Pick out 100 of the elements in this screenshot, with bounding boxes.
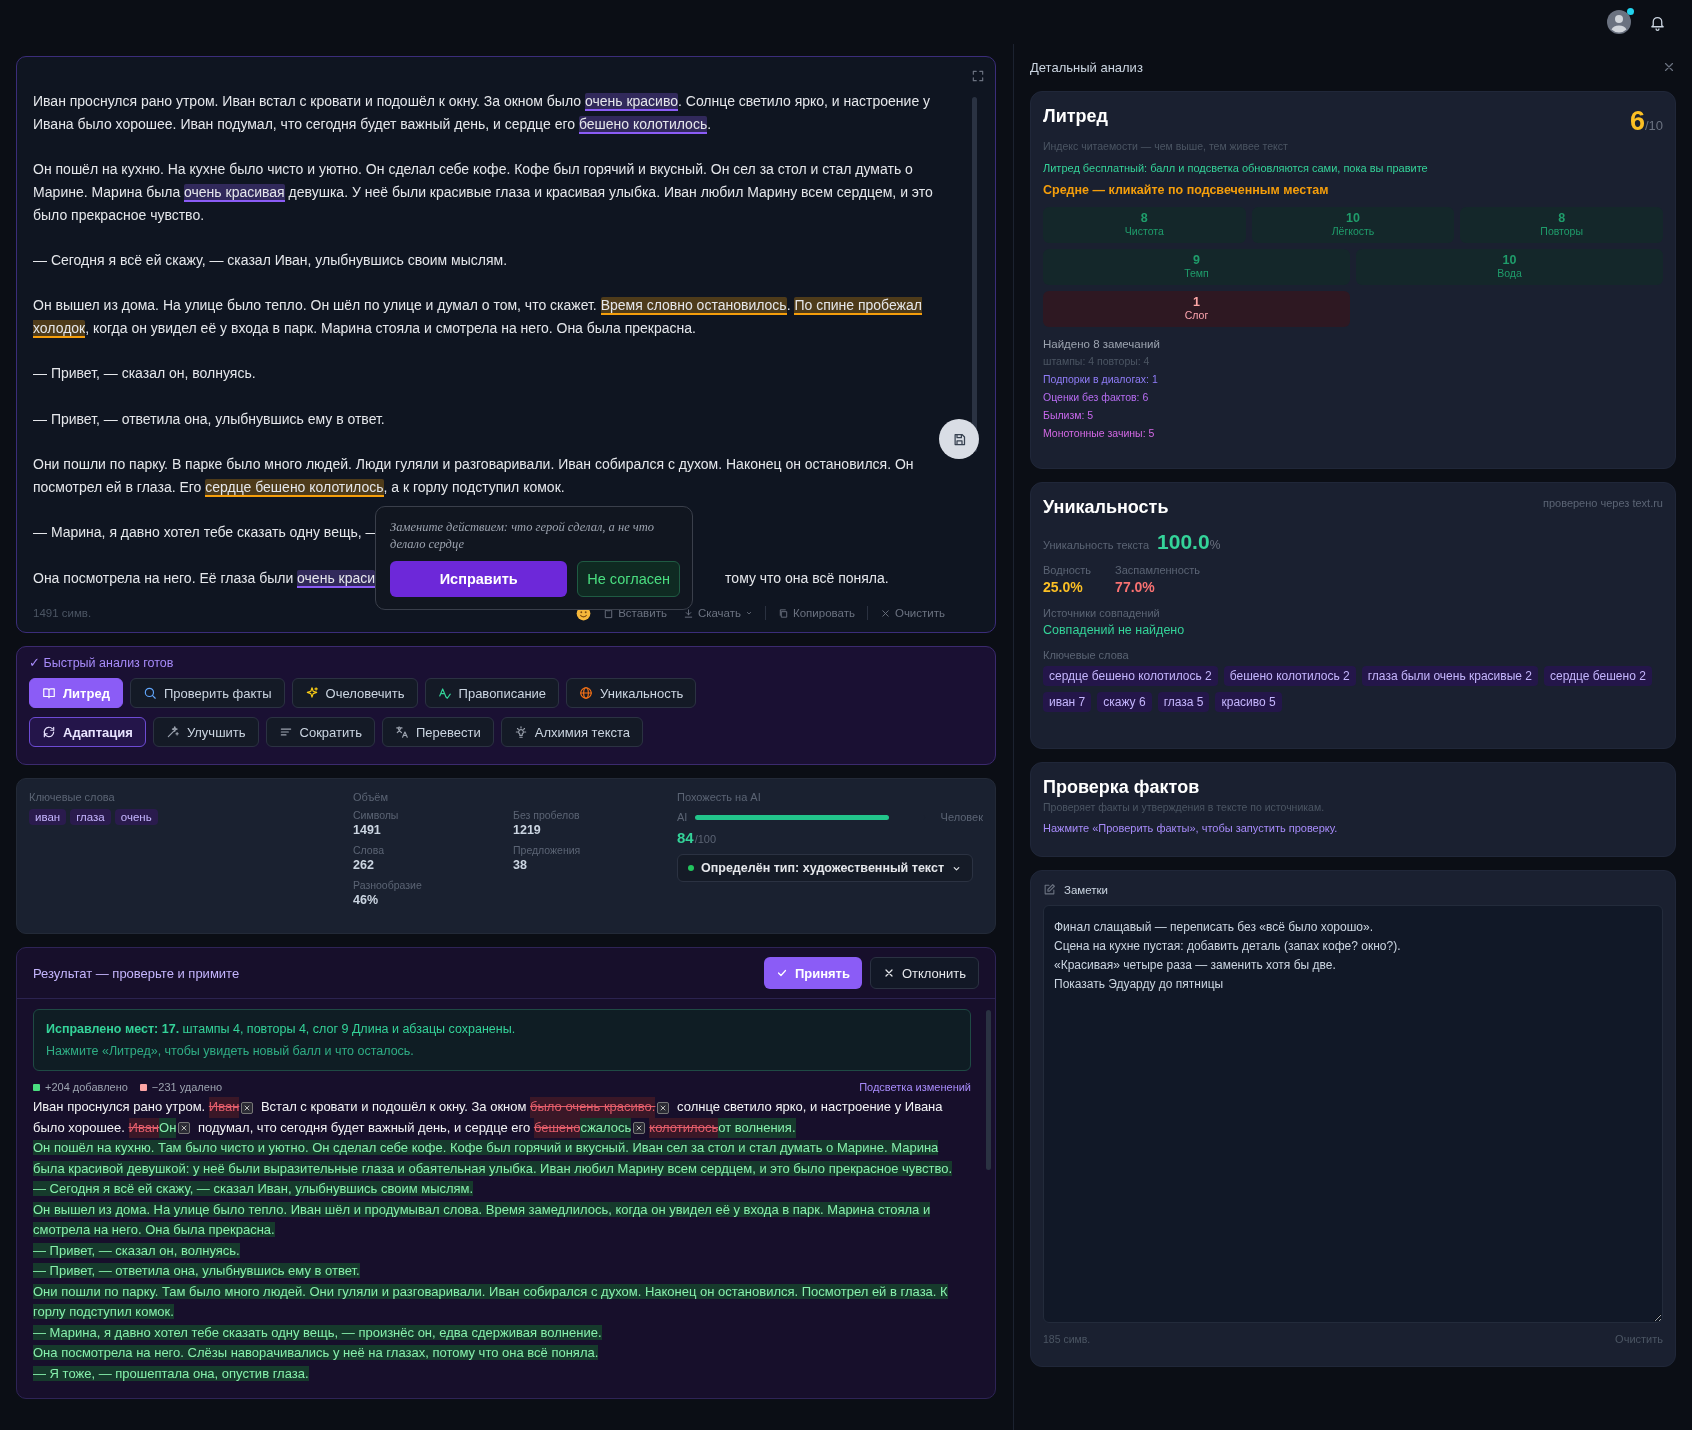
editor-paragraph: Он пошёл на кухню. На кухне было чисто и уютно. Он сделал себе кофе. Кофе был горячий и вкусный. Он сел за стол и стал думать о Марине. Марина была очень красивая девушка. У неё были красивые глаза и красивая улыбка. Иван любил Марину всем сердцем, и это было прекрасное чувство. <box>33 160 934 225</box>
accept-button[interactable]: Принять <box>763 957 862 989</box>
issue-link[interactable]: Подпорки в диалогах: 1 <box>1043 373 1663 385</box>
section-label: Объём <box>353 791 390 803</box>
copy-button[interactable]: Копировать <box>774 605 859 621</box>
uniqueness-value: 100.0 <box>1157 530 1210 553</box>
stat-label: Заспамленность <box>1115 564 1201 576</box>
undo-button[interactable] <box>178 1122 191 1135</box>
notes-field[interactable]: Финал слащавый — переписать без «всё было хорошо». Сцена на кухне пустая: добавить деталь (запах кофе? окно?). «Красивая» четыре раза — заменить хотя бы две. Показать Эдуарду до пятницы <box>1043 905 1663 1323</box>
stat-value: 25.0% <box>1043 579 1084 595</box>
undo-button[interactable] <box>241 1101 254 1114</box>
score-max: /100 <box>694 833 717 845</box>
diff-text: было хорошее. <box>33 1118 126 1137</box>
editor-text: тому что она всё поняла. <box>725 568 889 588</box>
keyword-tag: красиво 5 <box>1215 692 1282 712</box>
metric-value: 9 <box>1193 254 1200 267</box>
summary-text: Исправлено мест: 17. штампы 4, повторы 4, слог 9 Длина и абзацы сохранены. <box>46 1021 517 1038</box>
issue-link[interactable]: Оценки без фактов: 6 <box>1043 391 1663 403</box>
diff-text: Встал с кровати и подошёл к окну. За окном <box>259 1098 528 1116</box>
clear-button[interactable]: Очистить <box>875 605 949 621</box>
tool-tab[interactable]: Уникальность <box>566 678 697 708</box>
editor-paragraph: Они пошли по парку. В парке было много людей. Люди гуляли и разговаривали. Иван собирался с духом. Наконец он остановился. Он посмотрел ей в глаза. Его сердце бешено колотилось, а к горлу подступил комок. <box>33 455 915 499</box>
fact-check-prompt: Нажмите «Проверить факты», чтобы запустить проверку. <box>1043 822 1339 834</box>
wand-icon <box>165 725 180 739</box>
close-icon[interactable] <box>1662 60 1676 74</box>
summary-text: Нажмите «Литред», чтобы увидеть новый балл и что осталось. <box>46 1043 415 1060</box>
keyword-tag: глаза <box>70 809 111 825</box>
deleted-text: колотилось <box>649 1117 719 1138</box>
section-label: Похожесть на AI <box>677 791 762 803</box>
char-count: 1491 симв. <box>33 607 92 619</box>
download-button[interactable]: Скачать <box>678 605 757 621</box>
metric-label: Чистота <box>1124 225 1164 238</box>
keyword-tag: скажу 6 <box>1097 692 1152 712</box>
undo-button[interactable] <box>633 1122 646 1135</box>
expand-icon[interactable] <box>971 69 985 83</box>
stat-label: Предложения <box>513 844 582 856</box>
tool-tab[interactable]: Улучшить <box>152 717 259 747</box>
avatar[interactable] <box>1607 10 1631 34</box>
tool-tab[interactable]: Очеловечить <box>291 678 418 708</box>
globe-icon <box>579 686 594 700</box>
decline-button[interactable]: Отклонить <box>869 957 979 989</box>
stat-label: Разнообразие <box>353 879 423 891</box>
undo-button[interactable] <box>657 1101 670 1114</box>
inserted-text: — Привет, — ответила она, улыбнувшись ему в ответ. <box>33 1262 361 1280</box>
tool-tab[interactable]: Алхимия текста <box>500 717 644 747</box>
stat-value: 38 <box>513 858 528 872</box>
text-type-dropdown[interactable]: Определён тип: художественный текст <box>677 854 973 882</box>
diff-text: подумал, что сегодня будет важный день, и сердце его <box>196 1118 532 1137</box>
deleted-text: Иван <box>128 1117 160 1138</box>
editor-paragraph: — Сегодня я всё ей скажу, — сказал Иван, улыбнувшись своим мыслям. <box>33 250 508 270</box>
editor-paragraph: Он вышел из дома. На улице было тепло. Он шёл по улице и думал о том, что скажет. Время словно остановилось. По спине пробежал холодок, когда он увидел её у входа в парк. Марина стояла и смотрела на него. Она была прекрасна. <box>33 296 923 340</box>
editor-paragraph: — Привет, — ответила она, улыбнувшись ему в ответ. <box>33 409 385 429</box>
deleted-text: было очень красиво. <box>530 1097 656 1118</box>
stat-label: Слова <box>353 844 385 856</box>
clipboard-icon <box>603 607 615 619</box>
source-note: проверено через text.ru <box>1542 497 1663 509</box>
scale-label: Человек <box>940 811 983 823</box>
analysis-status: ✓ Быстрый анализ готов <box>29 655 175 670</box>
inserted-text: — Привет, — сказал он, волнуясь. <box>33 1241 241 1260</box>
removed-swatch <box>139 1083 147 1091</box>
inserted-text: Она посмотрела на него. Слёзы наворачивались у неё на глазах, потому что она всё поняла. <box>33 1344 600 1362</box>
search-icon <box>142 686 157 700</box>
stat-label: Водность <box>1043 564 1092 576</box>
inserted-text: — Я тоже, — прошептала она, опустив глаза. <box>33 1364 310 1383</box>
close-icon <box>180 1124 189 1133</box>
close-icon <box>243 1103 252 1112</box>
inserted-text: сжалось <box>580 1117 632 1138</box>
paste-button[interactable]: Вставить <box>599 605 671 621</box>
check-icon <box>775 967 788 979</box>
inserted-text: — Сегодня я всё ей скажу, — сказал Иван, улыбнувшись своим мыслям. <box>33 1180 475 1198</box>
metric-value: 8 <box>1558 212 1566 225</box>
stat-value: 77.0% <box>1115 579 1156 595</box>
section-label: Источники совпадений <box>1043 607 1161 619</box>
book-icon <box>42 686 56 700</box>
tool-tab[interactable]: Перевести <box>382 717 494 747</box>
tool-tab[interactable]: Правописание <box>424 678 560 708</box>
keyword-tag: очень <box>114 809 158 825</box>
issues-summary: Найдено 8 замечаний <box>1043 338 1161 350</box>
keyword-tag: глаза 5 <box>1157 692 1210 712</box>
disagree-button[interactable]: Не согласен <box>577 561 680 597</box>
keyword-tag: иван <box>29 809 67 825</box>
stat-value: 46% <box>353 893 380 907</box>
bulb-icon <box>513 725 528 739</box>
tool-tab[interactable]: Литред <box>29 678 123 708</box>
status-dot <box>688 865 694 871</box>
editor-text: Она посмотрела на него. Её глаза были очень краси <box>33 568 376 590</box>
tool-tab[interactable]: Адаптация <box>29 717 146 747</box>
stat-value: 1219 <box>513 823 542 837</box>
fix-button[interactable]: Исправить <box>390 561 568 597</box>
issue-link[interactable]: Былизм: 5 <box>1043 409 1663 421</box>
keyword-tag: иван 7 <box>1043 692 1092 712</box>
issue-link[interactable]: Монотонные зачины: 5 <box>1043 427 1663 439</box>
highlight-link[interactable]: Подсветка изменений <box>859 1081 971 1093</box>
unit-label: % <box>1209 538 1221 552</box>
save-icon <box>951 431 967 447</box>
tool-tab[interactable]: Сократить <box>265 717 375 747</box>
tool-tab[interactable]: Проверить факты <box>129 678 285 708</box>
save-button[interactable] <box>939 419 979 459</box>
keyword-tag: сердце бешено колотилось 2 <box>1043 666 1218 686</box>
scrollbar[interactable] <box>986 1010 991 1170</box>
